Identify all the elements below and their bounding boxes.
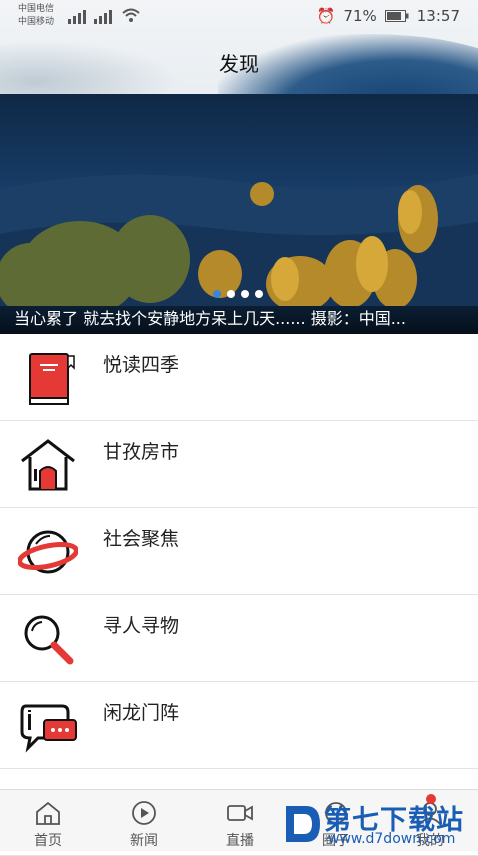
house-icon [21,439,75,491]
list-item-label: 社会聚焦 [103,528,180,550]
video-camera-icon [227,805,253,821]
status-bar: 中国电信 中国移动 ⏰ 71% 13:57 [0,0,478,34]
list-item-chat[interactable]: 闲龙门阵 [0,682,478,769]
list-item-lost-found[interactable]: 寻人寻物 [0,595,478,682]
list-item-label: 悦读四季 [103,354,180,376]
status-right: ⏰ 71% 13:57 [317,7,460,25]
tab-live[interactable]: 直播 [192,790,288,851]
watermark-url: www.d7down.com [328,831,456,847]
banner-photo [0,174,478,334]
tab-label: 直播 [226,833,254,849]
carousel-dot[interactable] [241,290,249,298]
list-item-label: 寻人寻物 [103,615,180,637]
carrier-info: 中国电信 中国移动 [18,3,54,29]
home-icon [36,801,60,825]
watermark-logo [286,806,320,842]
list-item-label: 闲龙门阵 [103,702,180,724]
battery-percent: 71% [343,7,377,25]
site-watermark: 第七下载站 www.d7down.com [282,796,478,850]
carrier-1: 中国电信 [18,4,55,14]
planet-icon [18,530,78,574]
carousel-dot[interactable] [213,290,221,298]
clock-time: 13:57 [416,7,460,25]
play-circle-icon [132,801,156,825]
tab-news[interactable]: 新闻 [96,790,192,851]
red-book-icon [29,353,75,405]
battery-icon [384,10,409,22]
list-item-society[interactable]: 社会聚焦 [0,508,478,595]
tab-label: 首页 [34,833,62,849]
list-item-housing[interactable]: 甘孜房市 [0,421,478,508]
list-item-label: 甘孜房市 [103,441,180,463]
alarm-icon: ⏰ [316,7,336,25]
tab-label: 新闻 [130,833,158,849]
discover-list: 悦读四季 甘孜房市 社会聚焦 寻人寻物 闲龙门阵 [0,334,478,856]
signal-icon [68,10,112,24]
list-item-reading[interactable]: 悦读四季 [0,334,478,421]
tab-home[interactable]: 首页 [0,790,96,851]
carousel-dots [213,290,263,298]
chat-bubble-icon [20,704,77,753]
wifi-icon [122,8,140,22]
page-title: 发现 [219,52,259,76]
carrier-2: 中国移动 [18,17,55,27]
magnifier-icon [24,615,74,665]
carousel-dot[interactable] [227,290,235,298]
banner-carousel[interactable]: 当心累了 就去找个安静地方呆上几天...... 摄影：中国... [0,94,478,334]
banner-caption: 当心累了 就去找个安静地方呆上几天...... 摄影：中国... [0,306,478,334]
carousel-dot[interactable] [255,290,263,298]
